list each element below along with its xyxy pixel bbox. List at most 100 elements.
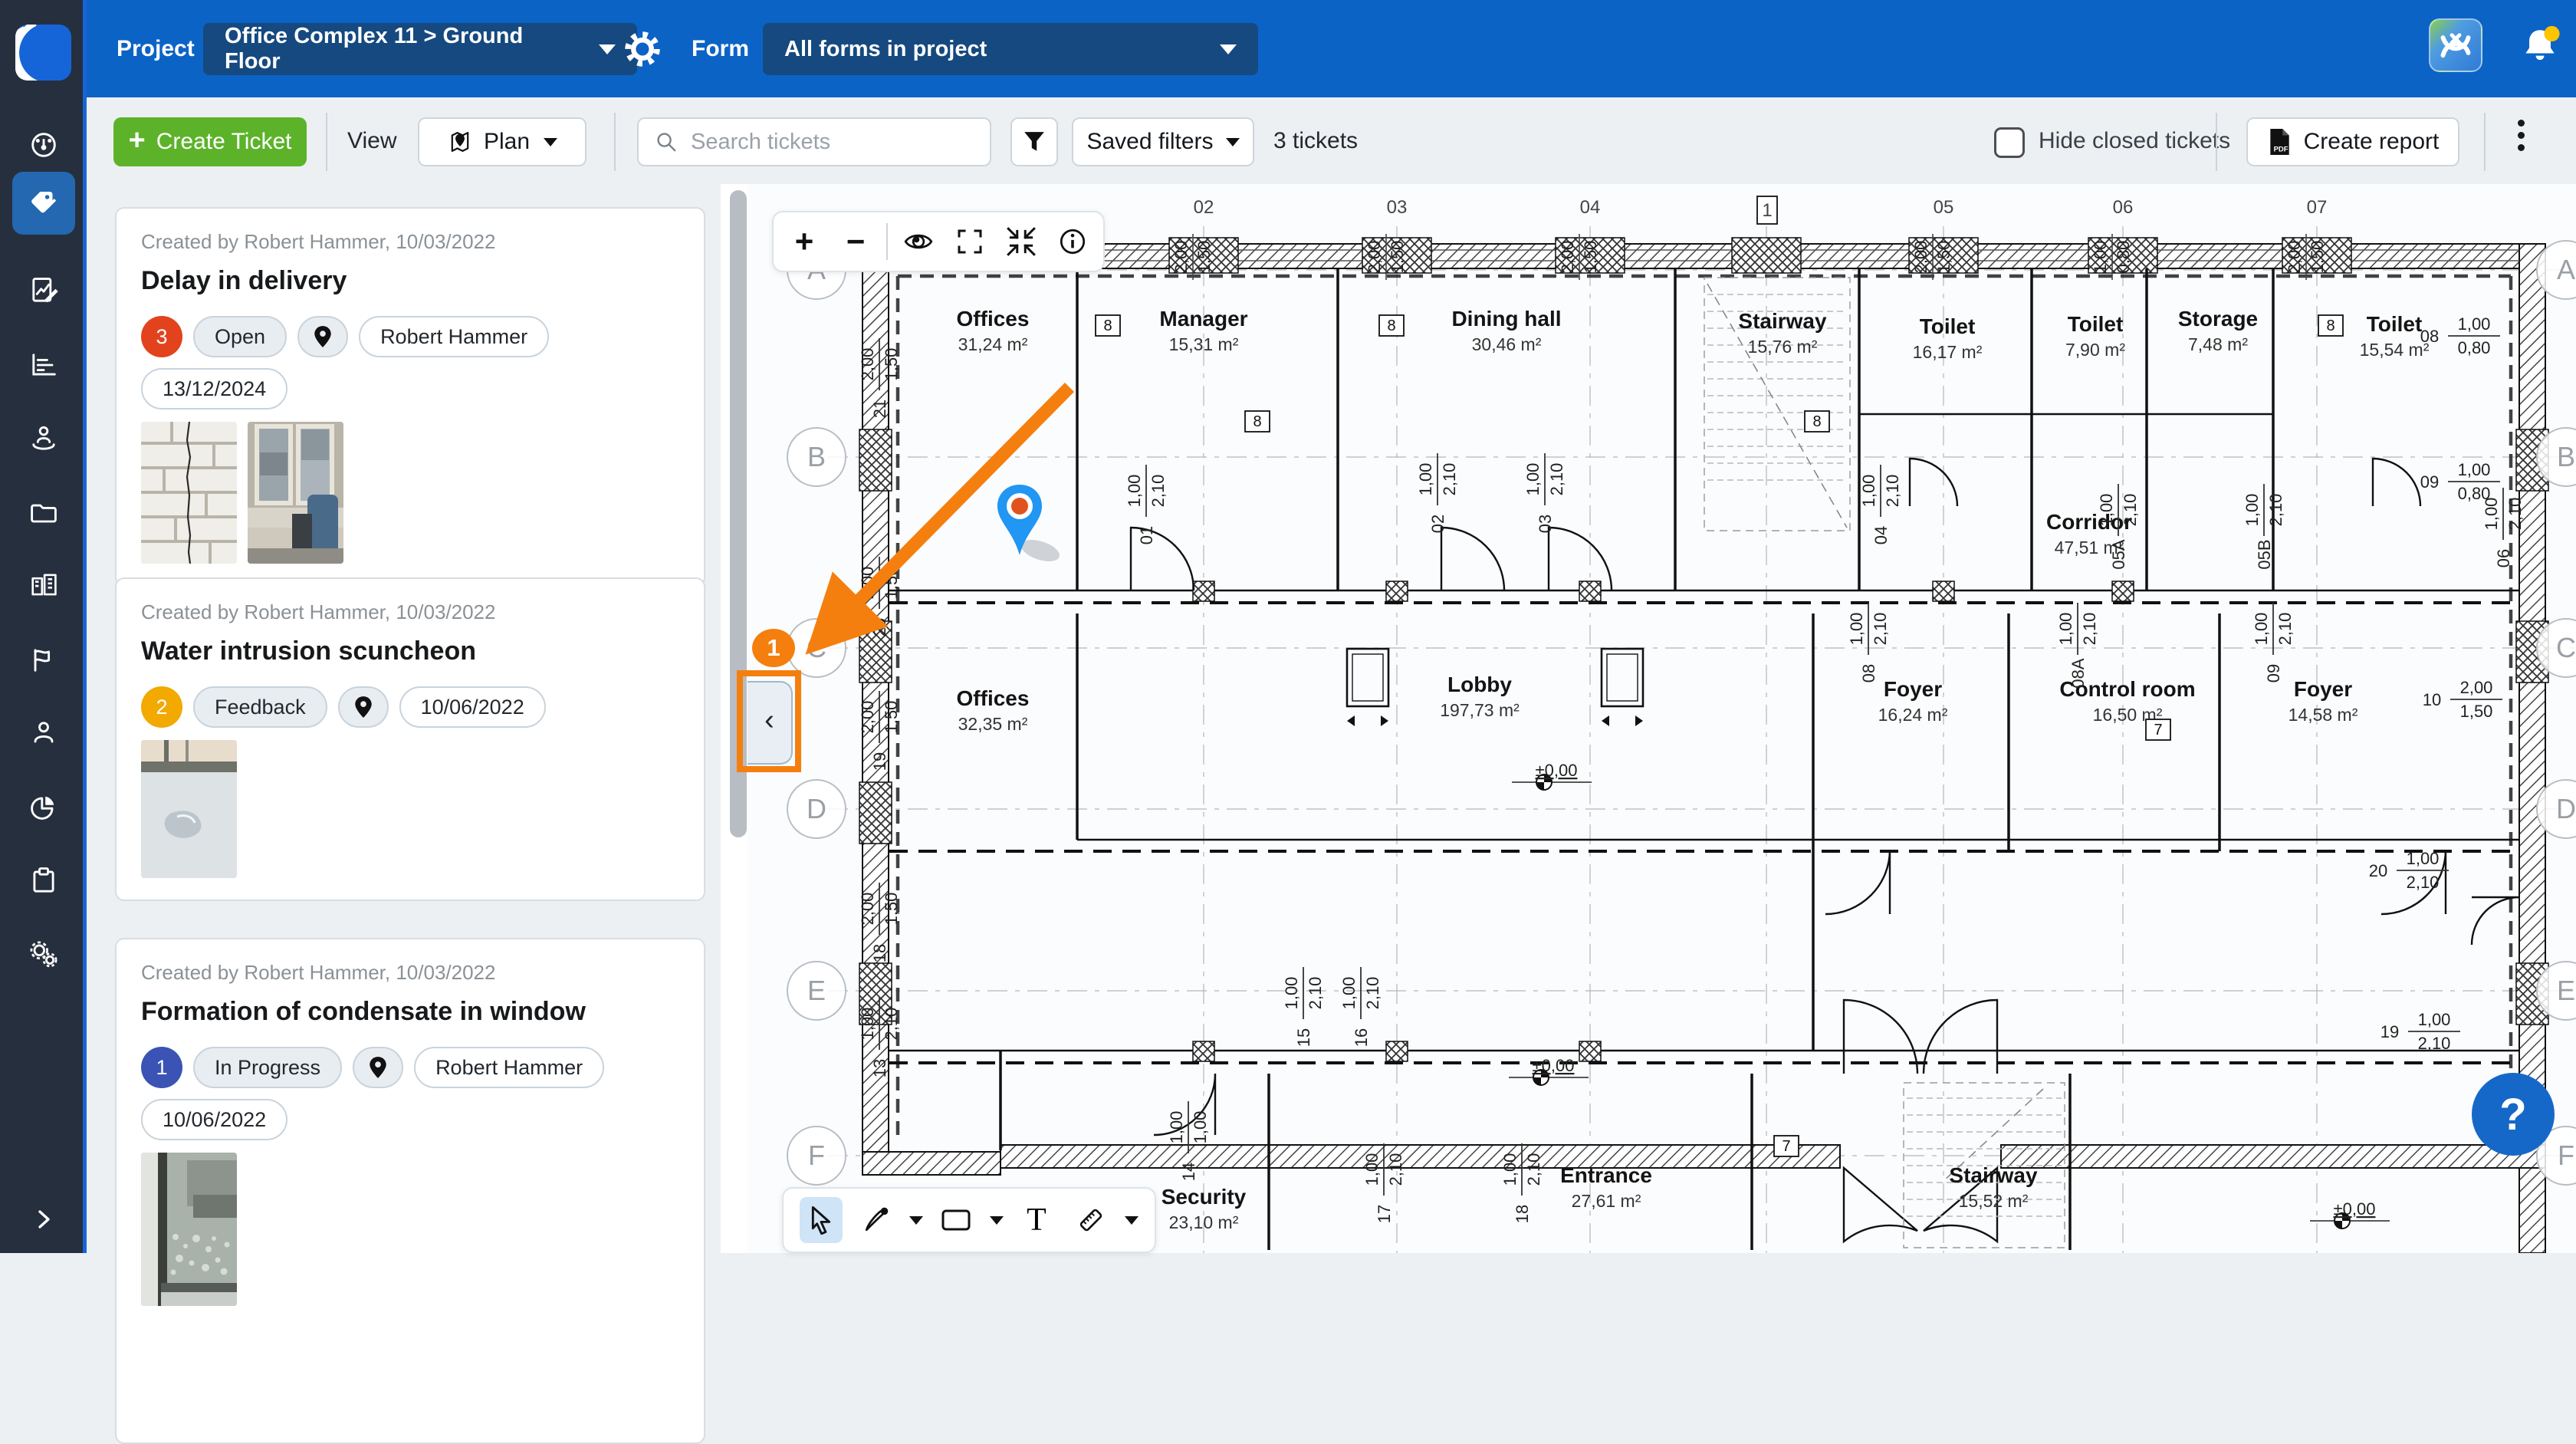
ticket-card[interactable]: Created by Robert Hammer, 10/03/2022 For…: [115, 938, 705, 1444]
form-label: Form: [692, 0, 749, 97]
filter-button[interactable]: [1010, 117, 1058, 166]
plus-icon: +: [129, 124, 146, 157]
svg-text:2,10: 2,10: [1148, 475, 1168, 508]
form-selector[interactable]: All forms in project: [763, 23, 1258, 75]
create-ticket-button[interactable]: + Create Ticket: [113, 117, 307, 166]
status-pill[interactable]: Open: [193, 316, 287, 357]
panel-scrollbar[interactable]: [730, 190, 747, 837]
svg-text:Offices: Offices: [957, 686, 1030, 710]
svg-text:20: 20: [870, 618, 889, 636]
sidebar-item-projects[interactable]: [0, 561, 87, 610]
sidebar-item-documents[interactable]: [0, 488, 87, 538]
status-pill[interactable]: In Progress: [193, 1047, 342, 1088]
measure-tool-options[interactable]: [1125, 1216, 1138, 1225]
assignee-pill[interactable]: Robert Hammer: [414, 1047, 604, 1088]
gear-icon: [623, 29, 662, 69]
notifications-button[interactable]: [2516, 23, 2564, 74]
due-date-pill[interactable]: 13/12/2024: [141, 368, 288, 410]
svg-text:0,80: 0,80: [2458, 484, 2491, 503]
select-tool-button[interactable]: [800, 1197, 843, 1243]
svg-text:03: 03: [1387, 197, 1408, 218]
flag-icon: [27, 643, 61, 677]
pen-tool-button[interactable]: [855, 1197, 898, 1243]
sidebar-item-reports[interactable]: [0, 782, 87, 831]
svg-text:E: E: [2557, 975, 2575, 1006]
location-pill[interactable]: [338, 686, 389, 728]
location-pill[interactable]: [353, 1047, 403, 1088]
plan-draw-toolbar: T: [782, 1187, 1156, 1253]
svg-text:1,00: 1,00: [2091, 241, 2110, 274]
due-date-pill[interactable]: 10/06/2022: [399, 686, 546, 728]
pen-tool-options[interactable]: [909, 1216, 923, 1225]
plan-info-button[interactable]: [1052, 221, 1093, 262]
svg-text:Storage: Storage: [2178, 307, 2258, 331]
plan-zoom-toolbar: + −: [772, 211, 1105, 272]
ticket-photo-water-on-windowsill[interactable]: [141, 740, 237, 878]
ticket-card[interactable]: Created by Robert Hammer, 10/03/2022 Del…: [115, 207, 705, 587]
ticket-photo-cracked-brick-wall[interactable]: [141, 422, 237, 564]
measure-tool-button[interactable]: [1070, 1197, 1112, 1243]
svg-text:30,46 m²: 30,46 m²: [1472, 334, 1542, 354]
sidebar-item-tasks[interactable]: [0, 857, 87, 906]
assignee-pill[interactable]: Robert Hammer: [359, 316, 549, 357]
sidebar-item-contacts[interactable]: [0, 709, 87, 758]
shape-tool-options[interactable]: [990, 1216, 1004, 1225]
sidebar-item-statistics[interactable]: [0, 340, 87, 390]
svg-text:2,10: 2,10: [2266, 494, 2285, 527]
project-selector[interactable]: Office Complex 11 > Ground Floor: [203, 23, 637, 75]
svg-text:32,35 m²: 32,35 m²: [958, 714, 1028, 734]
location-pin-icon: [313, 325, 333, 348]
sidebar-expand-button[interactable]: [0, 1195, 87, 1244]
svg-text:1,00: 1,00: [2097, 494, 2116, 527]
sidebar-item-tickets-active[interactable]: [12, 172, 75, 235]
text-tool-button[interactable]: T: [1015, 1197, 1058, 1243]
collapse-panel-button[interactable]: ‹: [748, 681, 793, 765]
status-pill[interactable]: Feedback: [193, 686, 327, 728]
checkbox[interactable]: [1994, 127, 2025, 158]
app-logo[interactable]: [15, 25, 71, 81]
ticket-card[interactable]: Created by Robert Hammer, 10/03/2022 Wat…: [115, 577, 705, 901]
sidebar-item-settings[interactable]: [0, 930, 87, 979]
window-condensation-image: [141, 1153, 237, 1306]
sidebar-item-site-inspection[interactable]: [0, 414, 87, 463]
svg-text:06: 06: [2113, 197, 2134, 218]
svg-text:7,48 m²: 7,48 m²: [2188, 334, 2248, 354]
ticket-map-pin[interactable]: [985, 483, 1077, 567]
due-date-pill[interactable]: 10/06/2022: [141, 1099, 288, 1140]
help-button[interactable]: ?: [2472, 1073, 2555, 1156]
sidebar-item-flags[interactable]: [0, 636, 87, 685]
search-input[interactable]: [689, 129, 968, 156]
svg-text:02: 02: [1428, 515, 1447, 533]
more-options-button[interactable]: [2509, 114, 2532, 156]
svg-text:2,10: 2,10: [2275, 613, 2295, 646]
svg-text:1,00: 1,00: [2407, 849, 2440, 868]
create-report-button[interactable]: PDF Create report: [2246, 117, 2459, 166]
sidebar-item-dashboard[interactable]: [0, 120, 87, 169]
svg-text:1,00: 1,00: [2252, 613, 2271, 646]
project-settings-button[interactable]: [623, 29, 662, 73]
zoom-in-button[interactable]: +: [784, 221, 825, 262]
svg-text:31,24 m²: 31,24 m²: [958, 334, 1028, 354]
svg-text:1,00: 1,00: [1847, 613, 1866, 646]
location-pill[interactable]: [297, 316, 348, 357]
zoom-out-button[interactable]: −: [835, 221, 876, 262]
priority-badge: 1: [141, 1047, 182, 1088]
visibility-button[interactable]: [898, 221, 939, 262]
svg-text:13: 13: [870, 1059, 889, 1077]
svg-text:1,00: 1,00: [1282, 977, 1301, 1010]
saved-filters-dropdown[interactable]: Saved filters: [1072, 117, 1254, 166]
fullscreen-button[interactable]: [949, 221, 991, 262]
svg-text:8: 8: [2326, 317, 2334, 334]
fullscreen-icon: [955, 226, 985, 257]
rectangle-tool-button[interactable]: [935, 1197, 978, 1243]
ticket-photo-window-condensation[interactable]: [141, 1153, 237, 1306]
app-switcher-button[interactable]: [2429, 18, 2482, 72]
fit-view-button[interactable]: [1001, 221, 1042, 262]
view-plan-dropdown[interactable]: Plan: [418, 117, 586, 166]
ticket-photo-office-window[interactable]: [248, 422, 343, 564]
hide-closed-tickets-toggle[interactable]: [1994, 127, 2025, 158]
brick-wall-image: [141, 422, 237, 564]
svg-text:15,76 m²: 15,76 m²: [1748, 337, 1818, 357]
sidebar-item-forms[interactable]: [0, 266, 87, 315]
floor-plan-pane[interactable]: Offices31,24 m²Manager15,31 m²Dining hal…: [748, 184, 2576, 1253]
